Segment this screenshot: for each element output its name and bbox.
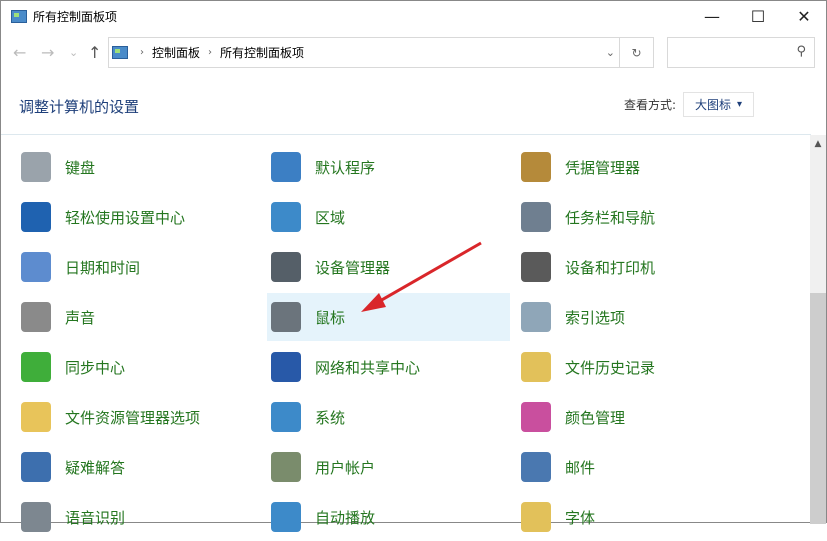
annotation-arrow	[361, 241, 482, 312]
